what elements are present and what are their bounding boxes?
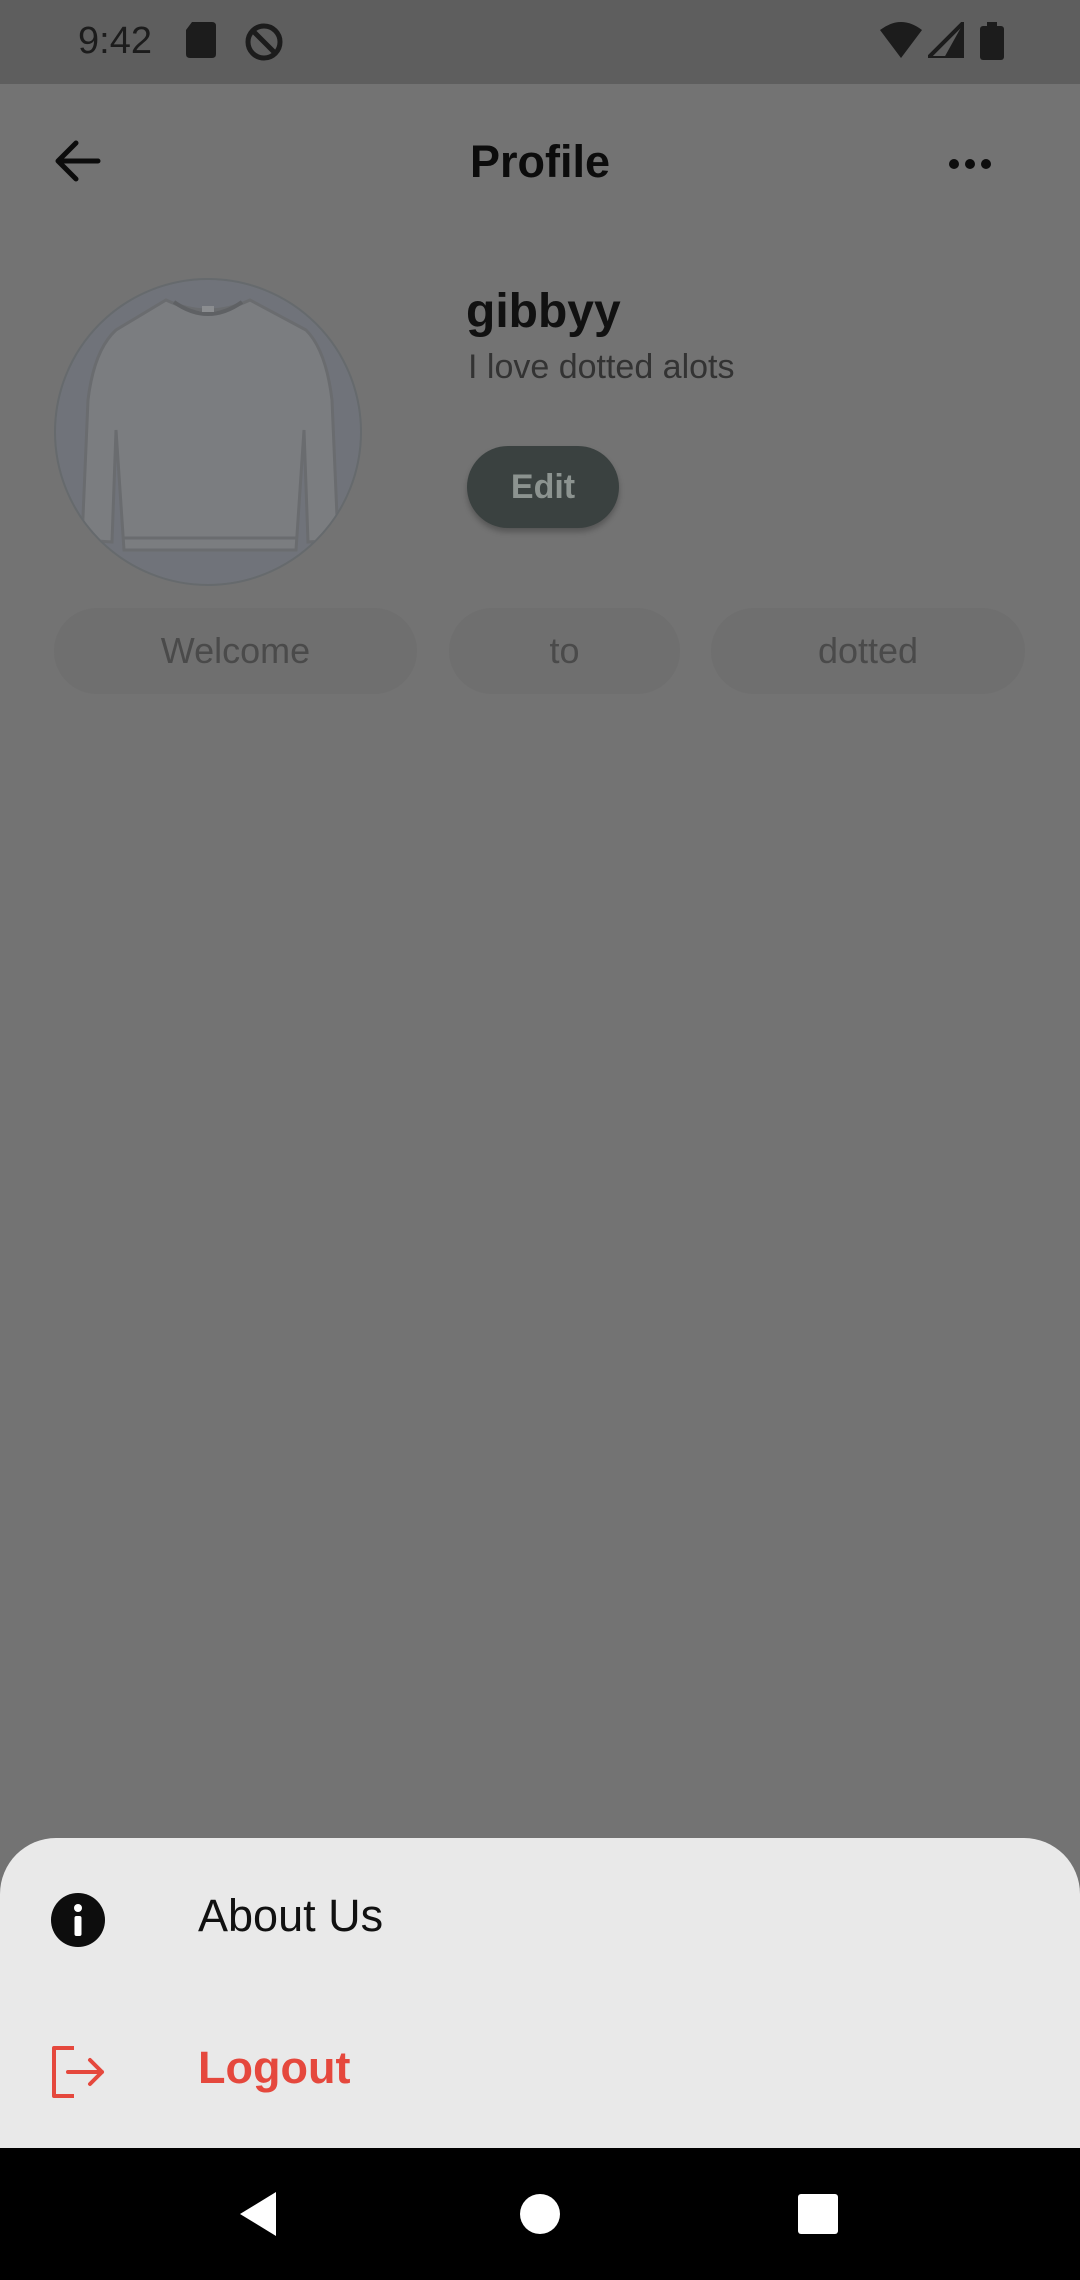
about-us-label: About Us [198, 1890, 384, 1941]
status-time: 9:42 [78, 20, 152, 62]
back-triangle-icon[interactable] [228, 2184, 288, 2244]
more-options-icon[interactable] [940, 144, 1000, 184]
logout-icon [52, 2046, 104, 2098]
recents-square-icon[interactable] [788, 2184, 848, 2244]
no-disturb-icon [245, 23, 283, 61]
wifi-icon [880, 22, 922, 58]
app-bar: Profile [0, 84, 1080, 234]
home-circle-icon[interactable] [510, 2184, 570, 2244]
chip-to[interactable]: to [449, 608, 680, 694]
status-bar: 9:42 [0, 0, 1080, 84]
page-title: Profile [469, 136, 611, 187]
chip-dotted[interactable]: dotted [711, 608, 1025, 694]
avatar[interactable] [54, 278, 362, 586]
profile-username: gibbyy [466, 285, 621, 338]
info-icon [51, 1893, 105, 1947]
edit-profile-button[interactable]: Edit [467, 446, 619, 528]
sd-card-icon [186, 22, 216, 58]
system-nav-bar [0, 2148, 1080, 2280]
about-us-item[interactable]: About Us [0, 1838, 1080, 1988]
chip-welcome[interactable]: Welcome [54, 608, 417, 694]
bottom-sheet: About Us Logout [0, 1838, 1080, 2148]
signal-icon [928, 22, 964, 58]
battery-icon [980, 22, 1004, 60]
profile-page: Profile gibbyy I love dotted alots Edit … [0, 84, 1080, 2146]
logout-label: Logout [198, 2042, 351, 2093]
sweater-avatar [56, 280, 360, 584]
logout-item[interactable]: Logout [0, 1992, 1080, 2142]
profile-bio: I love dotted alots [468, 348, 735, 386]
